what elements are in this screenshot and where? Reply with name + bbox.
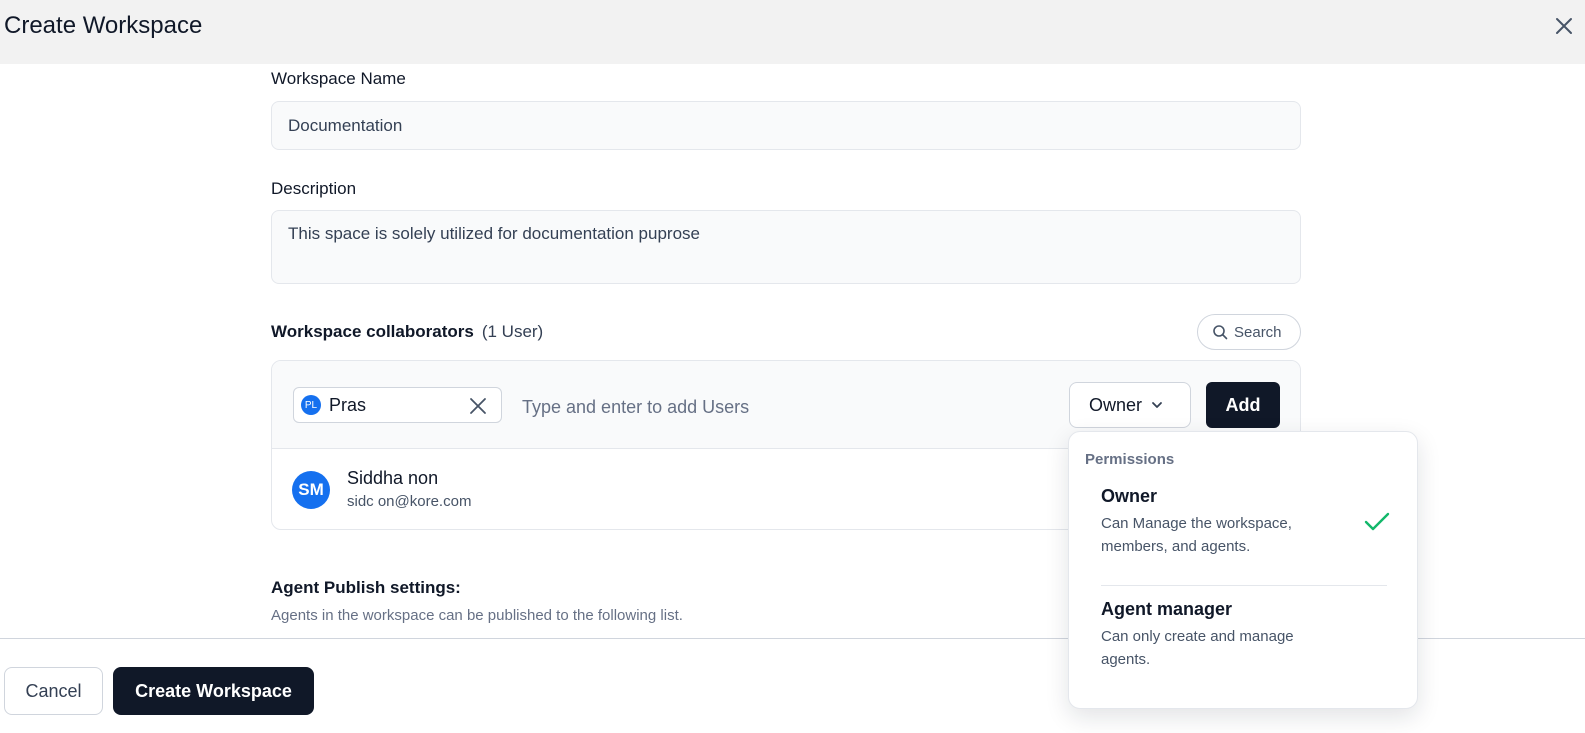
- option-title: Owner: [1101, 486, 1158, 506]
- check-icon: [1364, 512, 1390, 531]
- description-label: Description: [271, 179, 357, 198]
- publish-settings-title: Agent Publish settings:: [271, 578, 461, 597]
- search-label: Search: [1234, 323, 1282, 341]
- collaborators-heading: Workspace collaborators (1 User): [271, 322, 543, 342]
- close-icon[interactable]: [1552, 14, 1576, 38]
- collaborators-search-button[interactable]: Search: [1197, 314, 1301, 350]
- chip-label: Pras: [329, 395, 367, 415]
- description-textarea[interactable]: This space is solely utilized for docume…: [271, 210, 1301, 284]
- permission-option-owner[interactable]: Owner Can Manage the workspace, members,…: [1069, 486, 1419, 578]
- dropdown-divider: [1101, 585, 1387, 586]
- collaborators-count: (1 User): [481, 322, 544, 341]
- collaborator-name: Siddha non: [347, 468, 439, 488]
- permission-option-agent-manager[interactable]: Agent manager Can only create and manage…: [1069, 599, 1419, 691]
- publish-settings-description: Agents in the workspace can be published…: [271, 607, 683, 624]
- search-icon: [1213, 325, 1228, 340]
- add-user-button[interactable]: Add: [1206, 382, 1280, 428]
- modal-header: Create Workspace: [0, 0, 1585, 64]
- role-select-value: Owner: [1089, 394, 1143, 415]
- cancel-button[interactable]: Cancel: [4, 667, 103, 715]
- option-description: Can Manage the workspace, members, and a…: [1101, 515, 1292, 555]
- user-chip: PL Pras: [293, 387, 502, 423]
- permissions-dropdown: Permissions Owner Can Manage the workspa…: [1068, 431, 1418, 709]
- permissions-heading: Permissions: [1085, 451, 1175, 468]
- add-user-input[interactable]: [522, 391, 1022, 423]
- option-title: Agent manager: [1101, 599, 1233, 619]
- chevron-down-icon: [1152, 402, 1162, 408]
- modal-title: Create Workspace: [4, 12, 203, 39]
- role-select[interactable]: Owner: [1069, 382, 1191, 428]
- remove-icon[interactable]: [468, 396, 488, 416]
- workspace-name-input[interactable]: Documentation: [271, 101, 1301, 150]
- workspace-name-label: Workspace Name: [271, 69, 406, 88]
- chip-avatar: PL: [301, 395, 321, 415]
- collaborators-title: Workspace collaborators: [271, 322, 474, 341]
- collaborator-email: sidc on@kore.com: [347, 493, 472, 510]
- avatar: SM: [292, 471, 330, 509]
- option-description: Can only create and manage agents.: [1101, 628, 1294, 668]
- create-workspace-button[interactable]: Create Workspace: [113, 667, 314, 715]
